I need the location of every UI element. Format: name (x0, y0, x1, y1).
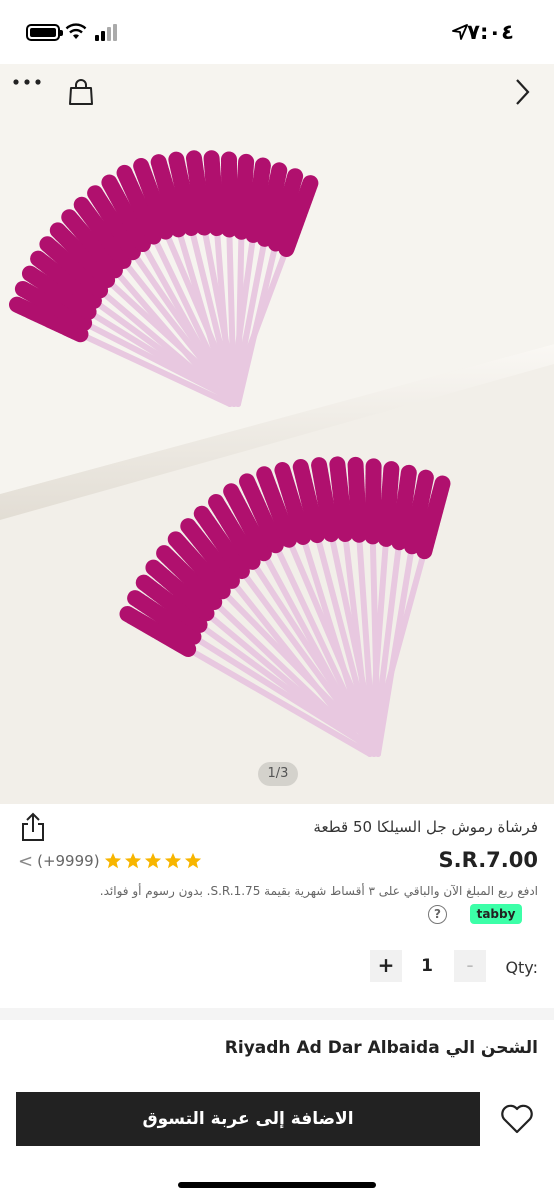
home-indicator (178, 1182, 376, 1188)
star-icon (184, 852, 201, 869)
heart-icon (501, 1104, 533, 1134)
star-icon (104, 852, 121, 869)
product-photo (0, 64, 554, 804)
qty-value: 1 (421, 956, 433, 976)
brush-head (233, 153, 255, 240)
brush-head (347, 456, 368, 543)
brush-head (378, 461, 400, 547)
battery-icon (26, 24, 63, 41)
add-to-cart-button[interactable]: الاضافة إلى عربة التسوق (16, 1092, 480, 1146)
more-icon (13, 79, 41, 85)
status-bar: ٧:٠٤ (0, 0, 554, 64)
wishlist-button[interactable] (500, 1104, 534, 1134)
product-price: S.R.7.00 (438, 848, 538, 872)
rating-chevron-icon: < (18, 850, 34, 872)
product-info: فرشاة رموش جل السيلكا 50 قطعة < (+9999) … (0, 804, 554, 1008)
more-options-button[interactable] (12, 78, 48, 114)
signal-icon (95, 24, 117, 41)
product-rating[interactable]: < (+9999) (18, 850, 202, 872)
status-time: ٧:٠٤ (467, 20, 514, 44)
location-arrow-icon (452, 24, 468, 40)
qty-decrease-button[interactable]: - (454, 950, 486, 982)
shopping-bag-icon (69, 79, 93, 105)
help-icon[interactable]: ? (428, 905, 447, 924)
star-icon (124, 852, 141, 869)
qty-increase-button[interactable]: + (370, 950, 402, 982)
wifi-icon (65, 23, 87, 39)
brush-head (329, 456, 354, 542)
tabby-installment-text: ادفع ربع المبلغ الآن والباقي على ٣ أقساط… (99, 884, 538, 898)
rating-count: (+9999) (37, 852, 100, 870)
brush-head (364, 458, 382, 545)
image-counter: 1/3 (258, 762, 298, 786)
share-button[interactable] (20, 812, 46, 842)
qty-label: Qty: (505, 958, 538, 977)
product-title: فرشاة رموش جل السيلكا 50 قطعة (313, 818, 538, 836)
brush-head (203, 150, 225, 237)
shopping-bag-button[interactable] (68, 78, 98, 114)
shipping-title: الشحن الي Riyadh Ad Dar Albaida (224, 1038, 538, 1058)
back-button[interactable] (514, 78, 538, 114)
brush-head (186, 150, 213, 236)
bottom-action-bar: الاضافة إلى عربة التسوق (0, 1082, 554, 1200)
star-icon (144, 852, 161, 869)
product-image-gallery[interactable]: 1/3 (0, 64, 554, 804)
chevron-right-icon (516, 79, 530, 105)
tabby-logo: tabby (470, 904, 522, 924)
rating-stars (104, 852, 202, 870)
star-icon (164, 852, 181, 869)
share-icon (22, 812, 44, 841)
section-divider (0, 1008, 554, 1020)
